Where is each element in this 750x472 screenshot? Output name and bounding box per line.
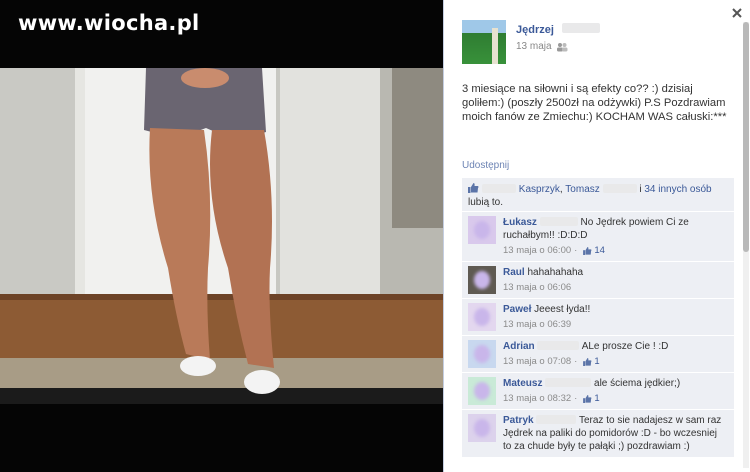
share-link[interactable]: Udostępnij — [462, 160, 509, 171]
liker-link[interactable]: Tomasz — [565, 184, 599, 195]
comment-item: Mateusz ale ściema jędkier;) 13 maja o 08… — [462, 372, 734, 409]
scrollbar-thumb[interactable] — [743, 22, 749, 252]
like-count-value: 14 — [594, 245, 605, 256]
scrollbar[interactable] — [743, 22, 749, 468]
blurred-surname — [537, 341, 580, 350]
likes-connector: i — [639, 184, 642, 195]
post-text: 3 miesiące na siłowni i są efekty co?? :… — [462, 83, 727, 123]
like-count-value: 1 — [594, 356, 600, 367]
comment-text: Jeeest łyda!! — [534, 304, 591, 315]
author-name[interactable]: Jędrzej — [516, 24, 554, 36]
comment-item: Paweł Jeeest łyda!! 13 maja o 06:39 — [462, 298, 734, 335]
post-sidebar: Jędrzej 13 maja 3 miesiące na siłowni i … — [443, 0, 750, 472]
comment-item: Adrian ALe prosze Cie ! :D 13 maja o 07:0… — [462, 335, 734, 372]
post-date[interactable]: 13 maja — [516, 41, 552, 52]
post-author: Jędrzej 13 maja — [462, 20, 601, 64]
others-link[interactable]: 34 innych osób — [644, 184, 711, 195]
liker-link[interactable]: Kasprzyk — [519, 184, 560, 195]
commenter-name[interactable]: Paweł — [503, 304, 531, 315]
blurred-surname — [545, 378, 592, 387]
post-photo[interactable] — [0, 68, 443, 404]
photo-viewer: www.wiocha.pl — [0, 0, 443, 472]
like-thumb-icon — [583, 394, 592, 403]
close-icon[interactable] — [730, 6, 744, 20]
comment-like-count[interactable]: 1 — [583, 392, 600, 405]
blurred-surname — [539, 217, 578, 226]
comment-item: Łukasz No Jędrek powiem Ci ze ruchałbym!… — [462, 211, 734, 261]
blurred-name — [482, 184, 516, 193]
commenter-name[interactable]: Mateusz — [503, 378, 542, 389]
like-thumb-icon — [583, 357, 592, 366]
commenter-name[interactable]: Adrian — [503, 341, 535, 352]
comment-time[interactable]: 13 maja o 08:32 — [503, 392, 571, 405]
commenter-name[interactable]: Patryk — [503, 415, 534, 426]
commenter-avatar[interactable] — [468, 340, 496, 368]
author-avatar[interactable] — [462, 20, 506, 64]
comment-time[interactable]: 13 maja o 06:00 — [503, 244, 571, 257]
comment-text: ALe prosze Cie ! :D — [581, 341, 669, 352]
like-count-value: 1 — [594, 393, 600, 404]
commenter-avatar[interactable] — [468, 303, 496, 331]
likes-summary: Kasprzyk, Tomasz i 34 innych osób lubią … — [462, 178, 734, 214]
comment-item: Raul hahahahaha 13 maja o 06:06 — [462, 261, 734, 298]
like-thumb-icon — [468, 183, 479, 193]
comment-time[interactable]: 13 maja o 06:06 — [503, 281, 571, 294]
comment-like-count[interactable]: 1 — [583, 355, 600, 368]
likes-comma: , — [559, 184, 563, 195]
comment-like-count[interactable]: 14 — [583, 244, 605, 257]
commenter-avatar[interactable] — [468, 377, 496, 405]
blurred-surname — [562, 23, 601, 33]
comment-time[interactable]: 13 maja o 06:39 — [503, 318, 571, 331]
commenter-name[interactable]: Raul — [503, 267, 525, 278]
watermark: www.wiocha.pl — [18, 11, 200, 35]
commenter-avatar[interactable] — [468, 216, 496, 244]
commenter-name[interactable]: Łukasz — [503, 217, 537, 228]
blurred-name — [602, 184, 637, 193]
commenter-avatar[interactable] — [468, 266, 496, 294]
comment-text: ale ściema jędkier;) — [594, 378, 681, 389]
photo-illustration — [0, 68, 443, 404]
comment-time[interactable]: 13 maja o 07:08 — [503, 355, 571, 368]
comment-item: Patryk Teraz to sie nadajesz w sam raz J… — [462, 409, 734, 457]
likes-suffix: lubią to. — [468, 197, 504, 208]
commenter-avatar[interactable] — [468, 414, 496, 442]
friends-icon — [556, 42, 568, 51]
comment-text: hahahahaha — [527, 267, 584, 278]
comments-list: Łukasz No Jędrek powiem Ci ze ruchałbym!… — [462, 211, 734, 457]
blurred-surname — [536, 415, 577, 424]
like-thumb-icon — [583, 246, 592, 255]
